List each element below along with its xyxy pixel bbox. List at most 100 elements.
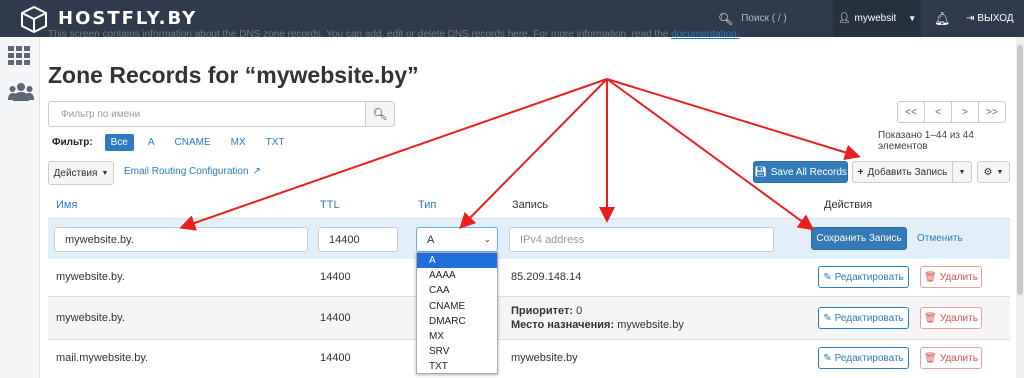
username: mywebsit [854, 13, 897, 24]
users-group-icon[interactable] [8, 82, 34, 102]
results-count: Показано 1–44 из 44 элементов [878, 130, 974, 152]
destination-value: mywebsite.by [617, 319, 684, 331]
settings-dropdown-button[interactable]: ⚙ ▼ [977, 161, 1010, 183]
table-row: mywebsite.by. 14400 85.209.148.14 ✎ Редак… [48, 259, 1010, 297]
delete-button[interactable]: 🗑︎ Удалить [920, 266, 982, 288]
prev-page-button[interactable]: < [924, 101, 952, 123]
user-menu[interactable]: 👤︎ mywebsit ▼ [833, 0, 921, 37]
edit-label: Редактировать [834, 271, 904, 283]
logo-cube-icon [21, 5, 47, 33]
name-filter-input[interactable] [48, 101, 366, 127]
first-page-button[interactable]: << [897, 101, 925, 123]
logout-label: ВЫХОД [977, 13, 1014, 24]
edit-button[interactable]: ✎ Редактировать [818, 347, 909, 369]
delete-label: Удалить [939, 312, 978, 324]
type-option-srv[interactable]: SRV [417, 344, 497, 359]
record-ttl-input[interactable]: 14400 [318, 227, 398, 252]
page-description: This screen contains information about t… [48, 29, 818, 41]
filter-chip-a[interactable]: A [142, 134, 161, 151]
delete-button[interactable]: 🗑︎ Удалить [920, 307, 982, 329]
annotation-arrow [606, 78, 815, 231]
filter-chip-cname[interactable]: CNAME [169, 134, 217, 151]
cancel-label: Отменить [917, 233, 963, 244]
trash-icon: 🗑︎ [924, 271, 937, 283]
type-option-cname[interactable]: CNAME [417, 299, 497, 314]
row-record: mywebsite.by [511, 352, 578, 364]
pencil-icon: ✎ [823, 352, 832, 364]
table-row: mail.mywebsite.by. 14400 mywebsite.by ✎ Р… [48, 340, 1010, 378]
column-header-name[interactable]: Имя [56, 199, 77, 211]
edit-button[interactable]: ✎ Редактировать [818, 266, 909, 288]
external-link-icon: ↗ [252, 166, 261, 177]
delete-button[interactable]: 🗑︎ Удалить [920, 347, 982, 369]
add-record-label: Добавить Запись [867, 166, 948, 178]
annotation-arrow [606, 78, 861, 161]
record-name-input[interactable]: mywebsite.by. [54, 227, 308, 252]
user-icon: 👤︎ [837, 13, 851, 24]
add-record-dropdown-toggle[interactable]: ▼ [952, 161, 972, 183]
type-filter-bar: Фильтр: Все A CNAME MX TXT [52, 134, 291, 151]
pencil-icon: ✎ [823, 271, 832, 283]
documentation-link[interactable]: documentation. [671, 29, 739, 40]
row-record: 85.209.148.14 [511, 271, 582, 283]
email-routing-label: Email Routing Configuration [124, 166, 249, 177]
edit-label: Редактировать [834, 352, 904, 364]
sidebar [0, 37, 40, 378]
pagination: << < > >> [897, 101, 1006, 123]
column-header-actions: Действия [824, 199, 873, 211]
chevron-down-icon: ⌄ [483, 234, 491, 244]
apps-grid-icon[interactable] [8, 46, 30, 66]
filter-search-button[interactable]: 🔍︎ [365, 101, 395, 127]
edit-label: Редактировать [834, 312, 904, 324]
row-name: mywebsite.by. [56, 312, 125, 324]
column-header-type[interactable]: Тип [418, 199, 436, 211]
trash-icon: 🗑︎ [924, 312, 937, 324]
type-option-a[interactable]: A [417, 253, 497, 269]
save-record-button[interactable]: Сохранить Запись [811, 227, 907, 250]
priority-label: Приоритет: [511, 305, 573, 317]
next-page-button[interactable]: > [951, 101, 979, 123]
filter-chip-mx[interactable]: MX [225, 134, 252, 151]
record-value-input[interactable]: IPv4 address [509, 227, 774, 252]
row-record-priority: Приоритет: 0 [511, 305, 582, 317]
save-record-label: Сохранить Запись [816, 233, 902, 244]
actions-label: Действия [53, 167, 98, 179]
priority-value: 0 [576, 305, 583, 317]
filter-chip-all[interactable]: Все [104, 134, 134, 151]
record-type-dropdown-list: A AAAA CAA CNAME DMARC MX SRV TXT [416, 252, 498, 374]
scrollbar-thumb[interactable] [1017, 45, 1023, 295]
type-option-aaaa[interactable]: AAAA [417, 268, 497, 283]
type-option-dmarc[interactable]: DMARC [417, 314, 497, 329]
save-all-label: Save All Records [770, 166, 847, 178]
row-name: mail.mywebsite.by. [56, 352, 149, 364]
search-icon: 🔍︎ [372, 107, 388, 121]
logo-text: HOSTFLY.BY [58, 8, 198, 29]
last-page-button[interactable]: >> [978, 101, 1006, 123]
type-option-mx[interactable]: MX [417, 329, 497, 344]
caret-down-icon: ▼ [908, 14, 917, 23]
selected-type: A [427, 233, 435, 246]
cancel-link[interactable]: Отменить [917, 233, 963, 244]
delete-label: Удалить [939, 352, 978, 364]
pencil-icon: ✎ [823, 312, 832, 324]
actions-dropdown-button[interactable]: Действия ▼ [48, 161, 114, 185]
gear-icon: ⚙ [983, 166, 993, 178]
caret-down-icon: ▼ [958, 168, 966, 176]
filter-chip-txt[interactable]: TXT [260, 134, 291, 151]
save-all-records-button[interactable]: 💾︎ Save All Records [753, 161, 848, 183]
notifications-bell-icon[interactable]: 🔔︎ [934, 0, 951, 37]
description-text: This screen contains information about t… [48, 29, 669, 40]
trash-icon: 🗑︎ [924, 352, 937, 364]
row-ttl: 14400 [320, 352, 351, 364]
edit-button[interactable]: ✎ Редактировать [818, 307, 909, 329]
caret-down-icon: ▼ [101, 169, 109, 177]
destination-label: Место назначения: [511, 319, 615, 331]
type-option-txt[interactable]: TXT [417, 359, 497, 374]
email-routing-link[interactable]: Email Routing Configuration ↗ [124, 166, 261, 177]
column-header-ttl[interactable]: TTL [320, 199, 340, 211]
add-record-button[interactable]: + Добавить Запись [852, 161, 953, 183]
record-type-select[interactable]: A ⌄ [416, 227, 498, 252]
page-title: Zone Records for “mywebsite.by” [48, 62, 419, 88]
logout-button[interactable]: ⇥ ВЫХОД [966, 0, 1014, 37]
type-option-caa[interactable]: CAA [417, 283, 497, 298]
